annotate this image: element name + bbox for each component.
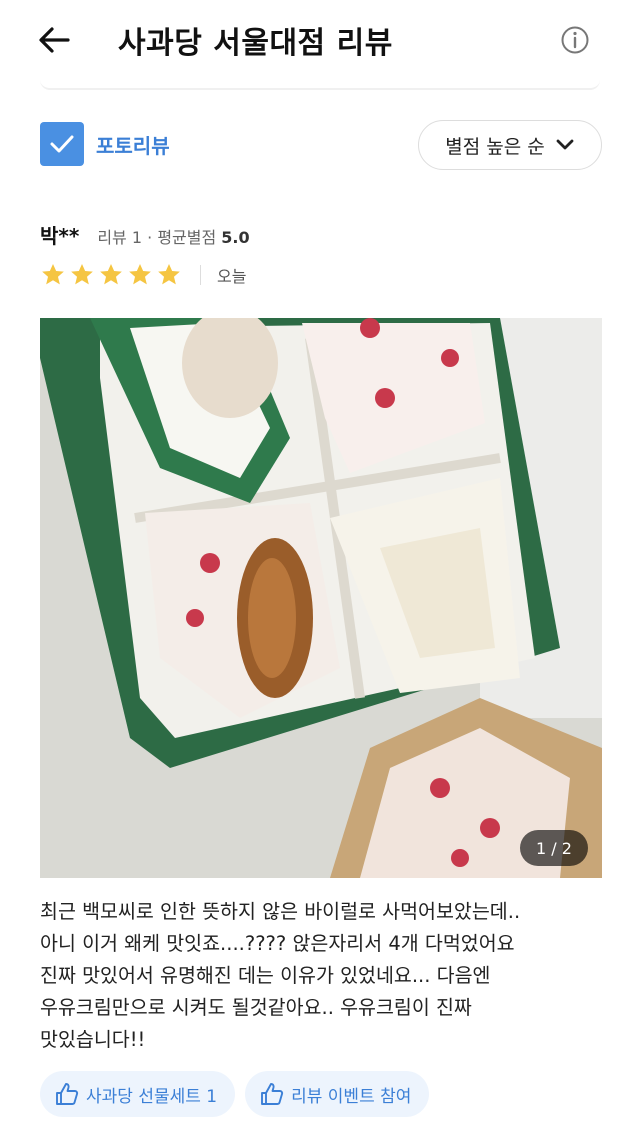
- avg-rating-value: 5.0: [221, 228, 250, 247]
- tag-label: 리뷰 이벤트 참여: [291, 1086, 412, 1107]
- rating-divider: [200, 265, 201, 285]
- star-icon: [129, 263, 151, 285]
- back-arrow-icon[interactable]: [34, 22, 74, 58]
- reviewer-info: 박** 리뷰 1 · 평균별점 5.0: [40, 220, 250, 249]
- star-rating: [40, 262, 182, 288]
- star-icon: [71, 263, 93, 285]
- review-count: 리뷰 1: [97, 228, 143, 247]
- review-tags: 사과당 선물세트 1 리뷰 이벤트 참여: [40, 1071, 430, 1117]
- chevron-down-icon: [556, 139, 574, 150]
- tag-review-event[interactable]: 리뷰 이벤트 참여: [245, 1071, 430, 1117]
- star-icon: [42, 263, 64, 285]
- photo-counter: 1 / 2: [520, 830, 588, 866]
- photo-review-toggle[interactable]: 포토리뷰: [40, 122, 170, 166]
- review-date: 오늘: [217, 267, 247, 286]
- star-icon: [158, 263, 180, 285]
- check-icon: [50, 135, 74, 153]
- header-divider: [40, 80, 600, 90]
- review-text: 최근 백모씨로 인한 뜻하지 않은 바이럴로 사먹어보았는데.. 아니 이거 왜…: [40, 900, 521, 1051]
- rating-row: 오늘: [40, 262, 246, 288]
- review-photo[interactable]: 1 / 2: [40, 318, 602, 878]
- sort-label: 별점 높은 순: [445, 135, 545, 158]
- star-icon: [100, 263, 122, 285]
- reviewer-meta: 리뷰 1 · 평균별점 5.0: [97, 224, 249, 248]
- thumbs-up-icon: [56, 1083, 79, 1105]
- photo-review-checkbox[interactable]: [40, 122, 84, 166]
- thumbs-up-icon: [261, 1083, 284, 1105]
- sort-dropdown[interactable]: 별점 높은 순: [418, 120, 602, 170]
- photo-illustration: [40, 318, 602, 878]
- tag-label: 사과당 선물세트 1: [86, 1086, 218, 1107]
- photo-review-label: 포토리뷰: [96, 133, 170, 158]
- avg-rating-label: 평균별점: [157, 228, 217, 247]
- info-icon[interactable]: [560, 25, 590, 55]
- page-title: 사과당 서울대점 리뷰: [118, 26, 393, 61]
- tag-gift-set[interactable]: 사과당 선물세트 1: [40, 1071, 236, 1117]
- meta-separator: ·: [147, 228, 158, 247]
- top-bar: 사과당 서울대점 리뷰: [0, 0, 640, 80]
- reviewer-name: 박**: [40, 224, 80, 248]
